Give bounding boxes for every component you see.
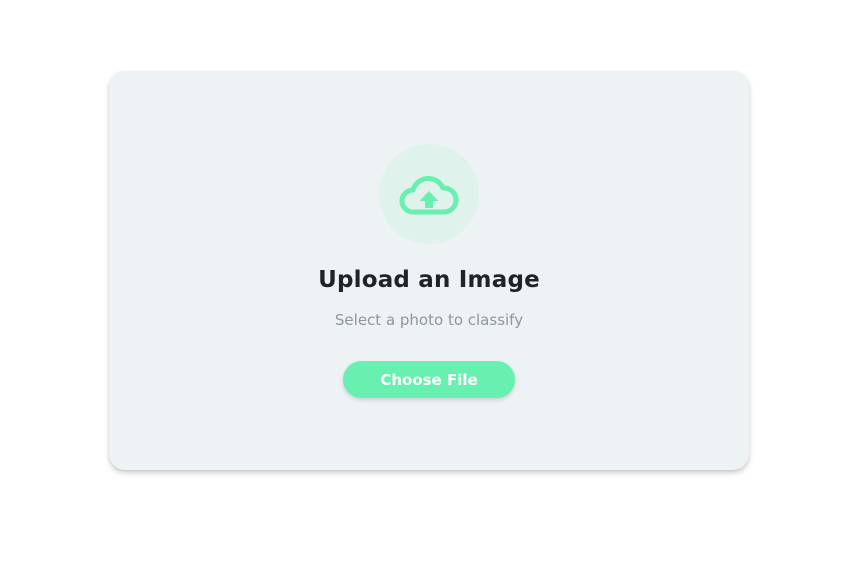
choose-file-button[interactable]: Choose File	[343, 361, 515, 398]
upload-title: Upload an Image	[318, 267, 540, 293]
upload-subtitle: Select a photo to classify	[334, 311, 524, 329]
upload-card: Upload an Image Select a photo to classi…	[109, 71, 749, 470]
cloud-upload-icon	[398, 172, 460, 216]
upload-icon-container	[379, 144, 479, 244]
